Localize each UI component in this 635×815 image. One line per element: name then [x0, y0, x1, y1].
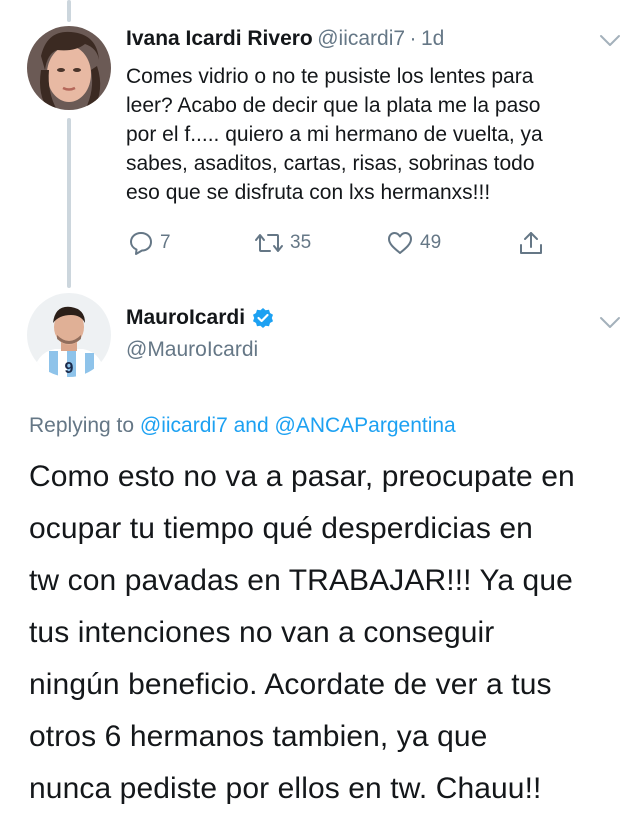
- display-name[interactable]: MauroIcardi: [126, 306, 245, 330]
- reply-tweet-text: Comes vidrio o no te pusiste los lentes …: [126, 62, 543, 207]
- display-name[interactable]: Ivana Icardi Rivero: [126, 27, 313, 50]
- reply-count: 7: [160, 232, 171, 253]
- user-handle[interactable]: @MauroIcardi: [126, 338, 258, 362]
- share-action[interactable]: [518, 230, 544, 256]
- replying-to-prefix: Replying to: [29, 414, 135, 437]
- text-line: leer? Acabo de decir que la plata me la …: [126, 94, 541, 117]
- reply-action[interactable]: 7: [128, 230, 171, 256]
- reply-tweet-header: Ivana Icardi Rivero @iicardi7 · 1d: [126, 27, 444, 51]
- svg-text:9: 9: [65, 360, 74, 377]
- chevron-down-icon[interactable]: [599, 34, 621, 48]
- text-line: tus intenciones no van a conseguir: [29, 616, 495, 649]
- chevron-down-icon[interactable]: [599, 316, 621, 330]
- thread-line-connector: [67, 118, 71, 288]
- text-line: otros 6 hermanos tambien, ya que: [29, 720, 488, 753]
- text-line: por el f..... quiero a mi hermano de vue…: [126, 123, 543, 146]
- text-line: sabes, asaditos, cartas, risas, sobrinas…: [126, 152, 535, 175]
- mention-link[interactable]: @iicardi7: [140, 414, 228, 437]
- main-tweet-header: MauroIcardi: [126, 306, 274, 330]
- timestamp[interactable]: 1d: [421, 27, 444, 50]
- user-handle[interactable]: @iicardi7: [317, 27, 405, 50]
- separator-dot: ·: [409, 27, 417, 50]
- mention-link[interactable]: @ANCAPargentina: [275, 414, 456, 437]
- replying-to: Replying to @iicardi7 and @ANCAPargentin…: [29, 414, 456, 438]
- like-count: 49: [420, 232, 442, 253]
- avatar-mauro[interactable]: 9: [27, 293, 111, 377]
- avatar-ivana[interactable]: [27, 26, 111, 110]
- retweet-count: 35: [290, 232, 312, 253]
- text-line: Como esto no va a pasar, preocupate en: [29, 460, 575, 493]
- retweet-action[interactable]: 35: [254, 230, 311, 256]
- text-line: ningún beneficio. Acordate de ver a tus: [29, 668, 552, 701]
- text-line: eso que se disfruta con lxs hermanxs!!!: [126, 181, 491, 204]
- verified-badge-icon: [253, 308, 274, 328]
- text-line: Comes vidrio o no te pusiste los lentes …: [126, 65, 534, 88]
- heart-icon: [388, 232, 412, 254]
- text-line: ocupar tu tiempo qué desperdicias en: [29, 512, 533, 545]
- main-tweet-text: Como esto no va a pasar, preocupate en o…: [29, 451, 575, 815]
- comment-icon: [130, 232, 152, 255]
- text-line: tw con pavadas en TRABAJAR!!! Ya que: [29, 564, 573, 597]
- text-line: nunca pediste por ellos en tw. Chauu!!: [29, 772, 542, 805]
- share-icon: [520, 232, 542, 254]
- like-action[interactable]: 49: [386, 230, 441, 256]
- retweet-icon: [255, 234, 283, 252]
- mention-conjunction[interactable]: and: [234, 414, 269, 437]
- thread-line-top: [67, 0, 71, 22]
